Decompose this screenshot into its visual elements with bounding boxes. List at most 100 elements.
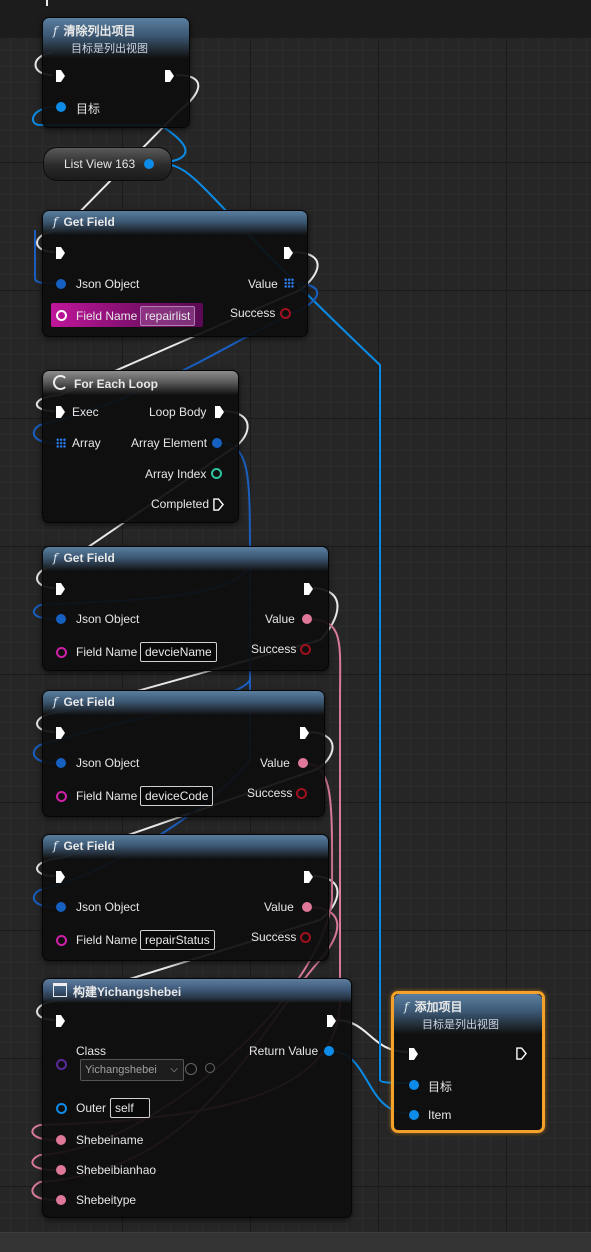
get-field-node-3[interactable]: f Get Field Json Object Value Field Name … bbox=[42, 690, 325, 817]
shebeiname-pin[interactable] bbox=[56, 1135, 66, 1145]
pin-label: Shebeiname bbox=[76, 1133, 144, 1147]
pin-label: Field Name bbox=[76, 933, 138, 947]
exec-in-pin[interactable] bbox=[56, 247, 65, 259]
get-field-node-4[interactable]: f Get Field Json Object Value Field Name … bbox=[42, 834, 329, 961]
exec-out-pin[interactable] bbox=[516, 1047, 527, 1060]
pin-label: Json Object bbox=[76, 900, 140, 914]
field-name-input[interactable]: devcieName bbox=[140, 642, 217, 662]
node-title: Get Field bbox=[63, 695, 115, 709]
success-pin[interactable] bbox=[296, 788, 307, 799]
exec-out-pin[interactable] bbox=[284, 247, 293, 259]
exec-out-pin[interactable] bbox=[327, 1015, 336, 1027]
get-field-node-1[interactable]: f Get Field Json Object Value Field Name … bbox=[42, 210, 308, 337]
field-name-input[interactable]: repairStatus bbox=[140, 930, 215, 950]
node-title: 构建Yichangshebei bbox=[73, 985, 182, 999]
pin-label: Array bbox=[72, 436, 101, 450]
node-header: f Get Field bbox=[43, 691, 324, 715]
field-name-pin[interactable] bbox=[56, 935, 67, 946]
pin-label: Field Name bbox=[76, 789, 138, 803]
success-pin[interactable] bbox=[300, 932, 311, 943]
pin-label: Value bbox=[248, 277, 278, 291]
pin-label: Return Value bbox=[249, 1044, 319, 1058]
pin-label: 目标 bbox=[428, 1080, 453, 1094]
variable-out-pin[interactable] bbox=[144, 159, 154, 169]
get-field-node-2[interactable]: f Get Field Json Object Value Field Name … bbox=[42, 546, 329, 671]
success-pin[interactable] bbox=[300, 644, 311, 655]
search-icon[interactable] bbox=[205, 1063, 215, 1073]
variable-label: List View 163 bbox=[64, 157, 136, 171]
exec-in-pin[interactable] bbox=[56, 70, 65, 82]
exec-in-pin[interactable] bbox=[56, 871, 65, 883]
node-title: Get Field bbox=[63, 839, 115, 853]
field-name-input[interactable]: deviceCode bbox=[140, 786, 214, 806]
exec-out-pin[interactable] bbox=[300, 727, 309, 739]
field-name-pin[interactable] bbox=[56, 310, 67, 321]
value-pin[interactable] bbox=[298, 758, 308, 768]
item-pin[interactable] bbox=[409, 1110, 419, 1120]
pin-label: 目标 bbox=[76, 102, 101, 116]
add-item-node[interactable]: f 添加项目 目标是列出视图 目标 Item bbox=[391, 991, 545, 1133]
node-subtitle: 目标是列出视图 bbox=[422, 1019, 499, 1031]
function-icon: f bbox=[53, 551, 58, 565]
json-object-pin[interactable] bbox=[56, 758, 66, 768]
return-value-pin[interactable] bbox=[324, 1046, 334, 1056]
class-pin[interactable] bbox=[56, 1059, 67, 1070]
json-object-pin[interactable] bbox=[56, 614, 66, 624]
pin-label: Array Index bbox=[145, 467, 207, 481]
completed-pin[interactable] bbox=[213, 498, 224, 511]
target-pin[interactable] bbox=[56, 102, 66, 112]
value-pin[interactable] bbox=[302, 902, 312, 912]
node-title: For Each Loop bbox=[74, 377, 158, 391]
array-element-pin[interactable] bbox=[212, 438, 222, 448]
array-index-pin[interactable] bbox=[211, 468, 222, 479]
pin-label: Json Object bbox=[76, 756, 140, 770]
pin-label: Success bbox=[251, 642, 297, 656]
shebeitype-pin[interactable] bbox=[56, 1195, 66, 1205]
exec-in-pin[interactable] bbox=[56, 1015, 65, 1027]
json-object-pin[interactable] bbox=[56, 279, 66, 289]
exec-out-pin[interactable] bbox=[165, 70, 174, 82]
node-title: 清除列出项目 bbox=[63, 24, 136, 38]
exec-in-pin[interactable] bbox=[56, 727, 65, 739]
browse-back-icon[interactable] bbox=[185, 1063, 197, 1075]
outer-pin[interactable] bbox=[56, 1103, 67, 1114]
json-object-pin[interactable] bbox=[56, 902, 66, 912]
node-title: Get Field bbox=[63, 551, 115, 565]
for-each-loop-node[interactable]: For Each Loop Exec Loop Body Array Array… bbox=[42, 370, 239, 523]
pin-label: Class bbox=[76, 1044, 107, 1058]
field-name-pin[interactable] bbox=[56, 791, 67, 802]
pin-label: Field Name bbox=[76, 645, 138, 659]
node-header: f Get Field bbox=[43, 835, 328, 859]
pin-label: Outer bbox=[76, 1101, 107, 1115]
exec-out-pin[interactable] bbox=[304, 871, 313, 883]
chevron-down-icon: ⌵ bbox=[170, 1064, 178, 1075]
pin-label: Item bbox=[428, 1108, 452, 1122]
clear-list-items-node[interactable]: f 清除列出项目 目标是列出视图 目标 bbox=[42, 17, 190, 128]
list-view-variable-node[interactable]: List View 163 bbox=[43, 147, 172, 181]
pin-label: Field Name bbox=[76, 309, 138, 323]
pin-label: Shebeibianhao bbox=[76, 1163, 157, 1177]
field-name-input[interactable]: repairlist bbox=[140, 306, 196, 326]
class-dropdown[interactable]: Yichangshebei ⌵ bbox=[80, 1059, 184, 1081]
construct-object-node[interactable]: 构建Yichangshebei Class Yichangshebei ⌵ Re… bbox=[42, 978, 352, 1218]
array-in-pin[interactable] bbox=[56, 438, 66, 448]
function-icon: f bbox=[404, 1000, 409, 1014]
target-pin[interactable] bbox=[409, 1080, 419, 1090]
exec-in-pin[interactable] bbox=[409, 1048, 418, 1060]
node-title: Get Field bbox=[63, 215, 115, 229]
value-pin[interactable] bbox=[302, 614, 312, 624]
outer-input[interactable]: self bbox=[110, 1098, 150, 1118]
exec-in-pin[interactable] bbox=[56, 583, 65, 595]
loop-icon bbox=[53, 375, 68, 390]
array-value-pin[interactable] bbox=[284, 278, 294, 288]
exec-in-pin[interactable] bbox=[56, 406, 65, 418]
field-name-pin[interactable] bbox=[56, 647, 67, 658]
exec-out-pin[interactable] bbox=[304, 583, 313, 595]
function-icon: f bbox=[53, 695, 58, 709]
loop-body-pin[interactable] bbox=[215, 406, 224, 418]
shebeibianhao-pin[interactable] bbox=[56, 1165, 66, 1175]
pin-label: Value bbox=[265, 612, 295, 626]
success-pin[interactable] bbox=[280, 308, 291, 319]
pin-label: Completed bbox=[151, 497, 210, 511]
construct-icon bbox=[53, 983, 67, 997]
